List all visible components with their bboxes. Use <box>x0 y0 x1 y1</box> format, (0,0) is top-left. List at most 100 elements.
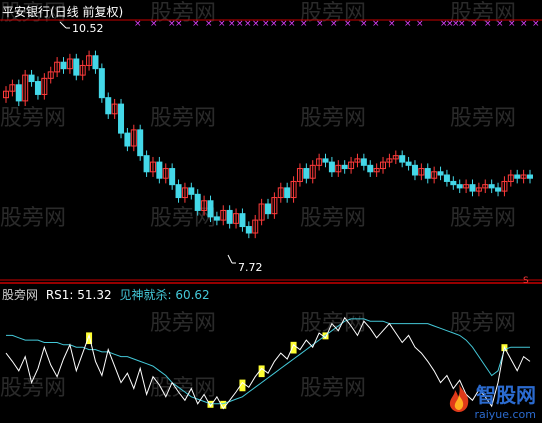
sell-marker: × <box>252 19 260 29</box>
watermark-text: 股旁网 <box>450 311 516 336</box>
candle-body <box>239 213 246 228</box>
candle-body <box>360 158 367 166</box>
sell-marker: × <box>532 19 540 29</box>
candle-body <box>175 184 182 199</box>
candle-body <box>207 200 214 218</box>
sell-marker: × <box>316 19 324 29</box>
sell-marker: × <box>496 19 504 29</box>
candle-body <box>303 168 310 179</box>
candle-body <box>137 129 144 157</box>
watermark-text: 股旁网 <box>300 106 366 131</box>
sell-marker: × <box>218 19 226 29</box>
sell-marker: × <box>520 19 528 29</box>
sell-marker: × <box>416 19 424 29</box>
candle-body <box>73 58 80 76</box>
candle-body <box>456 184 463 189</box>
s-marker: S <box>523 276 529 286</box>
candle-body <box>341 164 348 170</box>
watermark-text: 股旁网 <box>450 106 516 131</box>
rs1-legend: RS1: 51.32 <box>45 288 112 302</box>
flame-icon <box>450 384 469 412</box>
sell-marker: × <box>192 19 200 29</box>
logo-name: 智股网 <box>476 383 536 407</box>
low-price-annotation: 7.72 <box>227 254 263 274</box>
candle-body <box>98 68 105 99</box>
sell-marker: × <box>404 19 412 29</box>
candle-body <box>92 55 99 70</box>
watermark-text: 股旁网 <box>0 206 66 231</box>
indicator-legend: 股旁网 RS1: 51.32 见神就杀: 60.62 <box>2 286 214 303</box>
sell-marker: × <box>262 19 270 29</box>
sell-marker: × <box>134 19 142 29</box>
candle-body <box>411 164 418 176</box>
sell-marker: × <box>280 19 288 29</box>
chart-title: 平安银行(日线 前复权) <box>2 5 124 19</box>
candle-body <box>328 161 335 173</box>
candle-body <box>60 61 67 70</box>
watermark-text: 股旁网 <box>300 311 366 336</box>
sell-marker: × <box>244 19 252 29</box>
sell-marker: × <box>344 19 352 29</box>
candle-body <box>405 161 412 166</box>
signal-bar <box>290 341 297 354</box>
sell-marker: × <box>458 19 466 29</box>
candle-body <box>399 155 406 163</box>
watermark-text: 股旁网 <box>300 206 366 231</box>
candle-body <box>469 184 476 192</box>
jian-legend: 见神就杀: 60.62 <box>119 288 210 302</box>
candle-body <box>15 84 22 102</box>
sell-marker: × <box>288 19 296 29</box>
candle-body <box>514 174 521 179</box>
watermark-text: 股旁网 <box>0 106 66 131</box>
candle-body <box>443 174 450 182</box>
candle-body <box>424 168 431 179</box>
candle-body <box>169 168 176 186</box>
sell-marker: × <box>228 19 236 29</box>
candle-body <box>284 187 291 199</box>
candle-body <box>194 193 201 211</box>
stock-chart-canvas[interactable]: 股旁网 股旁网 股旁网 股旁网股旁网 股旁网 股旁网 股旁网股旁网 股旁网 股旁网 股旁网股旁网股… <box>0 0 542 423</box>
low-price-label: 7.72 <box>238 261 263 274</box>
sell-marker: × <box>484 19 492 29</box>
candle-body <box>265 203 271 215</box>
candle-body <box>450 180 457 186</box>
candle-body <box>118 103 125 134</box>
candle-body <box>156 161 163 179</box>
sell-marker: × <box>150 19 158 29</box>
candle-body <box>105 97 112 115</box>
sell-marker: × <box>508 19 516 29</box>
sell-marker: × <box>470 19 478 29</box>
watermark-text: 股旁网 <box>300 376 366 401</box>
sell-marker: × <box>236 19 244 29</box>
site-logo[interactable]: 智股网 raiyue.com <box>450 379 536 421</box>
watermark-text: 股旁网 <box>450 206 516 231</box>
sell-marker: × <box>360 19 368 29</box>
high-price-annotation: 10.52 <box>59 21 104 35</box>
candle-body <box>226 209 233 224</box>
logo-url: raiyue.com <box>474 408 536 421</box>
high-price-label: 10.52 <box>72 22 104 35</box>
sell-marker: × <box>270 19 278 29</box>
candle-body <box>143 155 150 173</box>
legend-watermark-prefix: 股旁网 <box>2 288 39 302</box>
watermark-text: 股旁网 <box>150 106 216 131</box>
candle-body <box>28 74 35 83</box>
sell-marker: × <box>300 19 308 29</box>
candle-body <box>213 216 220 221</box>
sell-marker: × <box>205 19 213 29</box>
candle-body <box>367 164 374 173</box>
watermark-text: 股旁网 <box>150 311 216 336</box>
candle-body <box>527 174 533 179</box>
candle-body <box>188 187 195 195</box>
candle-body <box>245 226 252 234</box>
candle-body <box>34 81 41 95</box>
candle-body <box>437 171 444 176</box>
candle-body <box>322 158 329 163</box>
candle-body <box>124 132 131 147</box>
sell-marker: × <box>175 19 183 29</box>
candle-body <box>488 184 495 189</box>
sell-marker: × <box>330 19 338 29</box>
candle-body <box>495 187 502 192</box>
sell-marker: × <box>372 19 380 29</box>
sell-marker: × <box>388 19 396 29</box>
